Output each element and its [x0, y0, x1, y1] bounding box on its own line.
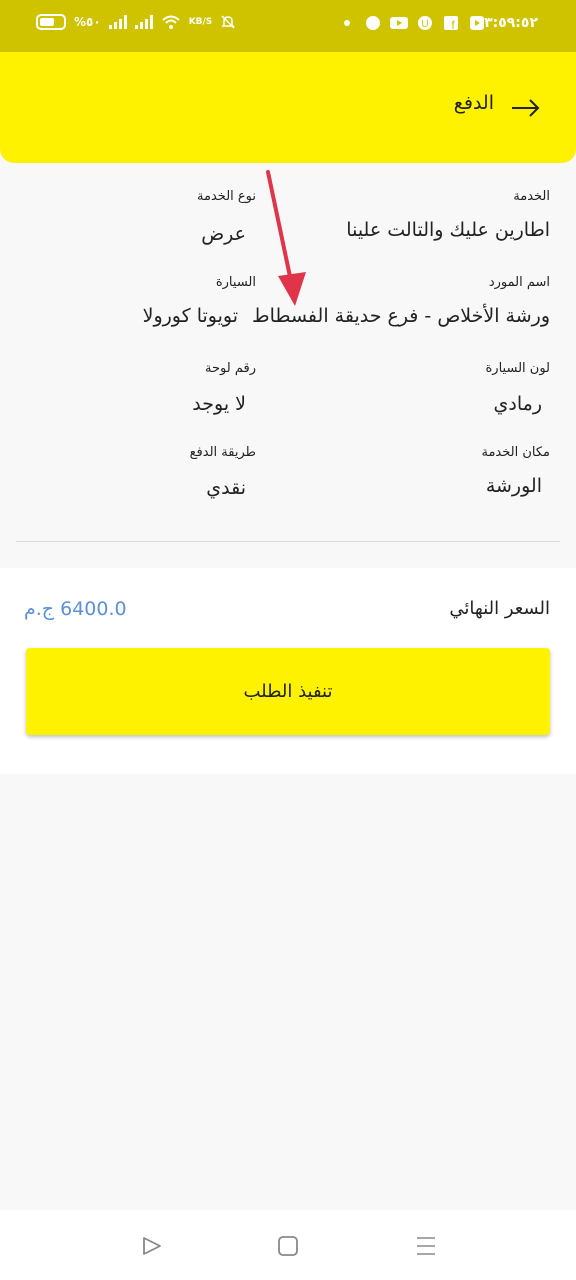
status-bar: %٥٠ KB/S U f ٣:٥٩:٥٢	[0, 0, 576, 52]
clock: ٣:٥٩:٥٢	[484, 15, 538, 31]
network-speed: KB/S	[188, 16, 213, 27]
payment-method-label: طريقة الدفع	[189, 445, 256, 460]
payment-method-value: نقدي	[206, 477, 246, 499]
plate-value: لا يوجد	[192, 393, 246, 415]
status-left: %٥٠ KB/S	[36, 14, 236, 30]
car-value: تويوتا كورولا	[142, 305, 238, 327]
service-label: الخدمة	[513, 189, 550, 204]
car-label: السيارة	[215, 275, 256, 290]
page-title: الدفع	[453, 92, 494, 114]
youtube-icon	[390, 14, 408, 32]
signal-icon	[134, 15, 153, 29]
service-place-label: مكان الخدمة	[481, 445, 550, 460]
notification-icons: U f	[338, 14, 486, 32]
car-color-label: لون السيارة	[485, 361, 551, 376]
battery-icon	[36, 14, 66, 30]
system-nav-bar	[0, 1210, 576, 1280]
service-type-value: عرض	[201, 223, 246, 245]
home-square-icon[interactable]	[276, 1234, 300, 1258]
facebook-icon: f	[442, 14, 460, 32]
whatsapp-icon	[364, 14, 382, 32]
service-type-label: نوع الخدمة	[197, 189, 256, 204]
u-app-icon: U	[416, 14, 434, 32]
final-price-label: السعر النهائي	[449, 598, 550, 619]
dot-icon	[338, 14, 356, 32]
price-section: السعر النهائي 6400.0 ج.م تنفيذ الطلب	[0, 568, 576, 774]
divider	[16, 541, 560, 542]
wifi-icon	[162, 15, 180, 29]
service-value: اطارين عليك والتالت علينا	[346, 219, 550, 241]
order-details: الخدمة اطارين عليك والتالت علينا نوع الخ…	[0, 163, 576, 568]
final-price-value: 6400.0 ج.م	[24, 598, 127, 620]
bell-off-icon	[221, 15, 236, 29]
service-place-value: الورشة	[485, 475, 542, 497]
supplier-label: اسم المورد	[488, 275, 550, 290]
svg-text:U: U	[421, 19, 428, 30]
supplier-value: ورشة الأخلاص - فرع حديقة الفسطاط	[252, 305, 550, 327]
back-arrow-icon[interactable]	[510, 96, 540, 120]
signal-icon	[108, 15, 127, 29]
menu-lines-icon[interactable]	[414, 1234, 438, 1258]
back-triangle-icon[interactable]	[140, 1234, 164, 1258]
app-bar: الدفع	[0, 52, 576, 163]
car-color-value: رمادي	[493, 393, 542, 415]
plate-label: رقم لوحة	[205, 361, 256, 376]
battery-percent: %٥٠	[74, 15, 101, 29]
submit-order-button[interactable]: تنفيذ الطلب	[26, 648, 550, 735]
